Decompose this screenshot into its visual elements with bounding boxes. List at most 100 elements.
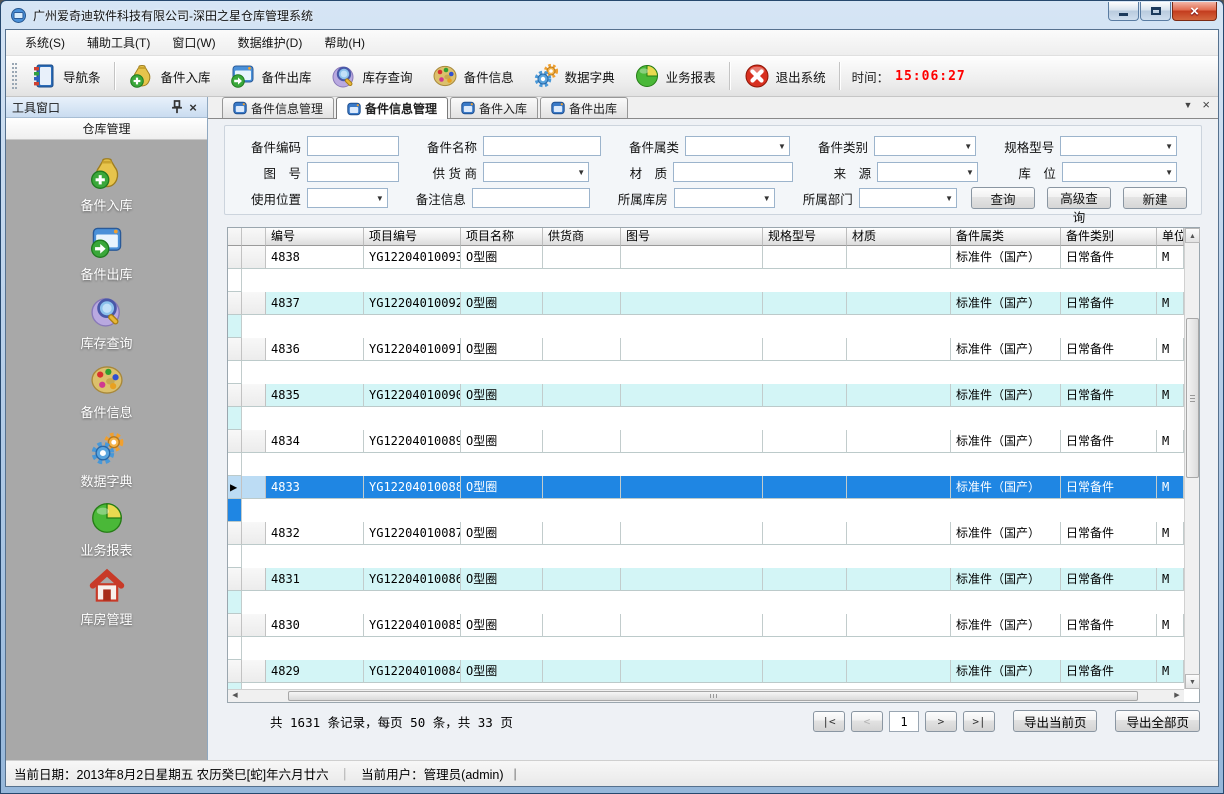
spec-model-select[interactable]: ▼ — [1060, 136, 1177, 156]
toolbar-item-stock-query[interactable]: 库存查询 — [321, 58, 422, 94]
menu-item-4[interactable]: 帮助(H) — [313, 30, 376, 55]
sidebar-item-parts-info[interactable]: 备件信息 — [6, 361, 207, 430]
column-header: 供货商 — [543, 228, 621, 246]
material-field[interactable] — [673, 162, 793, 182]
table-cell: O型圈 — [461, 614, 543, 637]
table-cell: O型圈 — [461, 292, 543, 315]
sidebar-item-report[interactable]: 业务报表 — [6, 499, 207, 568]
tab-label: 备件入库 — [479, 100, 527, 117]
table-cell: 4835 — [266, 384, 364, 407]
part-name-field[interactable] — [483, 136, 601, 156]
status-bar: 当前日期：2013年8月2日星期五 农历癸巳[蛇]年六月廿六 ｜ 当前用户：管理… — [6, 760, 1218, 786]
pin-icon[interactable] — [169, 100, 185, 115]
window-icon — [233, 101, 247, 115]
table-row[interactable]: 4831YG12204010086O型圈标准件（国产）日常备件M — [228, 568, 1184, 614]
pager-last-button[interactable]: >| — [963, 711, 995, 732]
horizontal-scrollbar[interactable]: ◀ ▶ — [228, 689, 1184, 702]
tab-parts-out[interactable]: 备件出库 — [540, 97, 628, 118]
table-cell — [763, 660, 847, 683]
table-row[interactable]: 4836YG12204010091O型圈标准件（国产）日常备件M — [228, 338, 1184, 384]
menu-item-1[interactable]: 辅助工具(T) — [76, 30, 161, 55]
remark-field[interactable] — [472, 188, 590, 208]
table-row[interactable]: 4834YG12204010089O型圈标准件（国产）日常备件M — [228, 430, 1184, 476]
query-button[interactable]: 查询 — [971, 187, 1035, 209]
pager-prev-button[interactable]: < — [851, 711, 883, 732]
toolbar-item-data-dict[interactable]: 数据字典 — [523, 58, 624, 94]
stock-location-select[interactable]: ▼ — [1062, 162, 1177, 182]
sidebar-item-stock-query[interactable]: 库存查询 — [6, 292, 207, 361]
sidebar-item-label: 备件入库 — [80, 195, 132, 214]
export-current-page-button[interactable]: 导出当前页 — [1013, 710, 1098, 732]
department-select[interactable]: ▼ — [859, 188, 957, 208]
column-header: 材质 — [847, 228, 951, 246]
table-row[interactable]: 4830YG12204010085O型圈标准件（国产）日常备件M — [228, 614, 1184, 660]
sidebar-close-icon[interactable] — [185, 100, 201, 115]
part-class-select[interactable]: ▼ — [685, 136, 790, 156]
tab-parts-info-mgmt-2[interactable]: 备件信息管理 — [336, 97, 448, 119]
toolbar-item-parts-info[interactable]: 备件信息 — [422, 58, 523, 94]
scroll-left-icon[interactable]: ◀ — [228, 690, 242, 702]
maximize-button[interactable] — [1140, 2, 1171, 21]
pager-next-button[interactable]: > — [925, 711, 957, 732]
vertical-scrollbar[interactable]: ▲ ▼ — [1184, 228, 1199, 689]
tab-list-chevron-down-icon[interactable]: ▼ — [1183, 100, 1192, 110]
horizontal-scroll-thumb[interactable] — [288, 691, 1138, 701]
table-cell — [543, 476, 621, 499]
warehouse-select[interactable]: ▼ — [674, 188, 775, 208]
navigator-icon — [30, 62, 58, 90]
table-row[interactable]: 4832YG12204010087O型圈标准件（国产）日常备件M — [228, 522, 1184, 568]
drawing-no-field[interactable] — [307, 162, 399, 182]
source-select[interactable]: ▼ — [877, 162, 978, 182]
table-cell — [763, 246, 847, 269]
search-form-row: 图 号供 货 商▼材 质来 源▼库 位▼ — [237, 159, 1191, 185]
menu-item-2[interactable]: 窗口(W) — [161, 30, 226, 55]
sidebar-group-title[interactable]: 仓库管理 — [6, 118, 207, 140]
scroll-down-icon[interactable]: ▼ — [1185, 674, 1200, 689]
menu-item-0[interactable]: 系统(S) — [14, 30, 76, 55]
tab-close-icon[interactable]: × — [1202, 100, 1210, 110]
sidebar-item-warehouse-mgmt[interactable]: 库房管理 — [6, 568, 207, 637]
tab-parts-in[interactable]: 备件入库 — [450, 97, 538, 118]
toolbar-grip[interactable] — [12, 63, 17, 89]
scroll-right-icon[interactable]: ▶ — [1170, 690, 1184, 702]
table-cell — [543, 292, 621, 315]
minimize-button[interactable] — [1108, 2, 1139, 21]
column-header: 图号 — [621, 228, 763, 246]
tab-label: 备件信息管理 — [251, 100, 323, 117]
tab-parts-info-mgmt-1[interactable]: 备件信息管理 — [222, 97, 334, 118]
sidebar-item-parts-out[interactable]: 备件出库 — [6, 223, 207, 292]
pager-first-button[interactable]: |< — [813, 711, 845, 732]
table-row[interactable]: 4838YG12204010093O型圈标准件（国产）日常备件M — [228, 246, 1184, 292]
vertical-scroll-thumb[interactable] — [1186, 318, 1199, 478]
table-header-row: 编号项目编号项目名称供货商图号规格型号材质备件属类备件类别单位 — [228, 228, 1184, 246]
column-header: 单位 — [1157, 228, 1184, 246]
table-row[interactable]: 4837YG12204010092O型圈标准件（国产）日常备件M — [228, 292, 1184, 338]
table-cell: 标准件（国产） — [951, 384, 1061, 407]
sidebar-item-parts-in[interactable]: 备件入库 — [6, 154, 207, 223]
toolbar-item-parts-in[interactable]: 备件入库 — [119, 58, 220, 94]
export-all-pages-button[interactable]: 导出全部页 — [1115, 710, 1200, 732]
scroll-up-icon[interactable]: ▲ — [1185, 228, 1200, 243]
table-cell — [847, 568, 951, 591]
data-dict-icon — [532, 62, 560, 90]
new-button[interactable]: 新建 — [1123, 187, 1187, 209]
title-bar: 广州爱奇迪软件科技有限公司-深田之星仓库管理系统 — [1, 1, 1223, 29]
pager-page-input[interactable]: 1 — [889, 711, 919, 732]
toolbar-item-exit[interactable]: 退出系统 — [734, 58, 835, 94]
part-category-select[interactable]: ▼ — [874, 136, 976, 156]
use-position-select[interactable]: ▼ — [307, 188, 388, 208]
table-row[interactable]: 4829YG12204010084O型圈标准件（国产）日常备件M — [228, 660, 1184, 689]
table-row[interactable]: ▶4833YG12204010088O型圈标准件（国产）日常备件M — [228, 476, 1184, 522]
supplier-select[interactable]: ▼ — [483, 162, 589, 182]
part-code-field[interactable] — [307, 136, 399, 156]
toolbar-item-parts-out[interactable]: 备件出库 — [220, 58, 321, 94]
table-cell: 4834 — [266, 430, 364, 453]
advanced-query-button[interactable]: 高级查询 — [1047, 187, 1111, 209]
toolbar-item-report[interactable]: 业务报表 — [624, 58, 725, 94]
toolbar-item-nav-strip[interactable]: 导航条 — [21, 58, 110, 94]
sidebar-item-data-dict[interactable]: 数据字典 — [6, 430, 207, 499]
close-button[interactable] — [1172, 2, 1217, 21]
menu-item-3[interactable]: 数据维护(D) — [227, 30, 314, 55]
table-row[interactable]: 4835YG12204010090O型圈标准件（国产）日常备件M — [228, 384, 1184, 430]
table-cell — [763, 522, 847, 545]
